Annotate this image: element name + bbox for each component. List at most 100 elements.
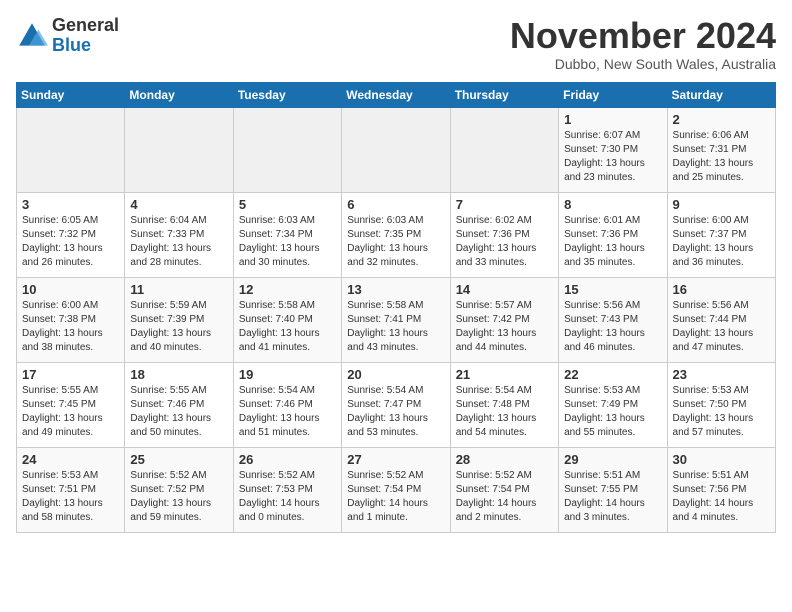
header-sunday: Sunday [17,82,125,107]
calendar-cell: 16 Sunrise: 5:56 AM Sunset: 7:44 PM Dayli… [667,277,775,362]
cell-info: Sunrise: 5:53 AM Sunset: 7:50 PM Dayligh… [673,384,770,440]
header-row: SundayMondayTuesdayWednesdayThursdayFrid… [17,82,776,107]
day-number: 19 [239,367,336,382]
calendar-cell: 1 Sunrise: 6:07 AM Sunset: 7:30 PM Daylig… [559,107,667,192]
header-wednesday: Wednesday [342,82,450,107]
calendar-table: SundayMondayTuesdayWednesdayThursdayFrid… [16,82,776,533]
cell-info: Sunrise: 5:54 AM Sunset: 7:46 PM Dayligh… [239,384,336,440]
cell-info: Sunrise: 5:51 AM Sunset: 7:56 PM Dayligh… [673,469,770,525]
cell-info: Sunrise: 5:58 AM Sunset: 7:41 PM Dayligh… [347,299,444,355]
day-number: 29 [564,452,661,467]
cell-info: Sunrise: 5:56 AM Sunset: 7:43 PM Dayligh… [564,299,661,355]
logo-general-text: General [52,16,119,36]
calendar-cell: 14Sunrise: 5:57 AM Sunset: 7:42 PM Dayli… [450,277,558,362]
logo: General Blue [16,16,119,56]
cell-info: Sunrise: 6:02 AM Sunset: 7:36 PM Dayligh… [456,214,553,270]
location-subtitle: Dubbo, New South Wales, Australia [510,56,776,72]
cell-info: Sunrise: 5:55 AM Sunset: 7:46 PM Dayligh… [130,384,227,440]
calendar-cell: 9 Sunrise: 6:00 AM Sunset: 7:37 PM Daylig… [667,192,775,277]
cell-info: Sunrise: 5:59 AM Sunset: 7:39 PM Dayligh… [130,299,227,355]
week-row-4: 17 Sunrise: 5:55 AM Sunset: 7:45 PM Dayli… [17,362,776,447]
day-number: 14 [456,282,553,297]
calendar-cell: 20Sunrise: 5:54 AM Sunset: 7:47 PM Dayli… [342,362,450,447]
cell-info: Sunrise: 5:53 AM Sunset: 7:49 PM Dayligh… [564,384,661,440]
week-row-1: 1 Sunrise: 6:07 AM Sunset: 7:30 PM Daylig… [17,107,776,192]
week-row-3: 10 Sunrise: 6:00 AM Sunset: 7:38 PM Dayli… [17,277,776,362]
week-row-2: 3 Sunrise: 6:05 AM Sunset: 7:32 PM Daylig… [17,192,776,277]
calendar-cell [233,107,341,192]
cell-info: Sunrise: 6:03 AM Sunset: 7:35 PM Dayligh… [347,214,444,270]
day-number: 1 [564,112,661,127]
calendar-cell: 21 Sunrise: 5:54 AM Sunset: 7:48 PM Dayli… [450,362,558,447]
cell-info: Sunrise: 6:06 AM Sunset: 7:31 PM Dayligh… [673,129,770,185]
header-friday: Friday [559,82,667,107]
day-number: 10 [22,282,119,297]
calendar-cell: 23 Sunrise: 5:53 AM Sunset: 7:50 PM Dayli… [667,362,775,447]
calendar-cell: 8Sunrise: 6:01 AM Sunset: 7:36 PM Daylig… [559,192,667,277]
calendar-cell: 25 Sunrise: 5:52 AM Sunset: 7:52 PM Dayli… [125,447,233,532]
day-number: 8 [564,197,661,212]
calendar-cell: 7 Sunrise: 6:02 AM Sunset: 7:36 PM Daylig… [450,192,558,277]
calendar-cell: 24Sunrise: 5:53 AM Sunset: 7:51 PM Dayli… [17,447,125,532]
day-number: 4 [130,197,227,212]
calendar-cell: 3 Sunrise: 6:05 AM Sunset: 7:32 PM Daylig… [17,192,125,277]
month-title: November 2024 [510,16,776,56]
page-header: General Blue November 2024 Dubbo, New So… [16,16,776,72]
week-row-5: 24Sunrise: 5:53 AM Sunset: 7:51 PM Dayli… [17,447,776,532]
day-number: 24 [22,452,119,467]
day-number: 3 [22,197,119,212]
cell-info: Sunrise: 6:00 AM Sunset: 7:37 PM Dayligh… [673,214,770,270]
calendar-cell: 12 Sunrise: 5:58 AM Sunset: 7:40 PM Dayli… [233,277,341,362]
day-number: 17 [22,367,119,382]
cell-info: Sunrise: 5:54 AM Sunset: 7:47 PM Dayligh… [347,384,444,440]
calendar-cell: 30 Sunrise: 5:51 AM Sunset: 7:56 PM Dayli… [667,447,775,532]
cell-info: Sunrise: 5:52 AM Sunset: 7:54 PM Dayligh… [456,469,553,525]
header-monday: Monday [125,82,233,107]
day-number: 16 [673,282,770,297]
cell-info: Sunrise: 5:56 AM Sunset: 7:44 PM Dayligh… [673,299,770,355]
calendar-cell: 15 Sunrise: 5:56 AM Sunset: 7:43 PM Dayli… [559,277,667,362]
cell-info: Sunrise: 5:51 AM Sunset: 7:55 PM Dayligh… [564,469,661,525]
title-block: November 2024 Dubbo, New South Wales, Au… [510,16,776,72]
day-number: 2 [673,112,770,127]
day-number: 30 [673,452,770,467]
day-number: 6 [347,197,444,212]
calendar-cell: 4Sunrise: 6:04 AM Sunset: 7:33 PM Daylig… [125,192,233,277]
calendar-cell: 27Sunrise: 5:52 AM Sunset: 7:54 PM Dayli… [342,447,450,532]
day-number: 7 [456,197,553,212]
calendar-cell [125,107,233,192]
header-saturday: Saturday [667,82,775,107]
calendar-cell: 19 Sunrise: 5:54 AM Sunset: 7:46 PM Dayli… [233,362,341,447]
calendar-cell: 2 Sunrise: 6:06 AM Sunset: 7:31 PM Daylig… [667,107,775,192]
cell-info: Sunrise: 6:07 AM Sunset: 7:30 PM Dayligh… [564,129,661,185]
day-number: 25 [130,452,227,467]
calendar-cell: 10 Sunrise: 6:00 AM Sunset: 7:38 PM Dayli… [17,277,125,362]
day-number: 11 [130,282,227,297]
day-number: 15 [564,282,661,297]
cell-info: Sunrise: 6:05 AM Sunset: 7:32 PM Dayligh… [22,214,119,270]
day-number: 21 [456,367,553,382]
cell-info: Sunrise: 5:52 AM Sunset: 7:52 PM Dayligh… [130,469,227,525]
calendar-cell: 13 Sunrise: 5:58 AM Sunset: 7:41 PM Dayli… [342,277,450,362]
calendar-cell: 26Sunrise: 5:52 AM Sunset: 7:53 PM Dayli… [233,447,341,532]
day-number: 23 [673,367,770,382]
day-number: 13 [347,282,444,297]
calendar-cell: 6 Sunrise: 6:03 AM Sunset: 7:35 PM Daylig… [342,192,450,277]
day-number: 27 [347,452,444,467]
header-tuesday: Tuesday [233,82,341,107]
day-number: 22 [564,367,661,382]
logo-icon [16,20,48,52]
header-thursday: Thursday [450,82,558,107]
day-number: 9 [673,197,770,212]
day-number: 28 [456,452,553,467]
cell-info: Sunrise: 5:54 AM Sunset: 7:48 PM Dayligh… [456,384,553,440]
calendar-cell [342,107,450,192]
calendar-cell: 11 Sunrise: 5:59 AM Sunset: 7:39 PM Dayli… [125,277,233,362]
cell-info: Sunrise: 5:58 AM Sunset: 7:40 PM Dayligh… [239,299,336,355]
cell-info: Sunrise: 6:03 AM Sunset: 7:34 PM Dayligh… [239,214,336,270]
cell-info: Sunrise: 6:00 AM Sunset: 7:38 PM Dayligh… [22,299,119,355]
calendar-cell: 18Sunrise: 5:55 AM Sunset: 7:46 PM Dayli… [125,362,233,447]
cell-info: Sunrise: 5:55 AM Sunset: 7:45 PM Dayligh… [22,384,119,440]
logo-blue-text: Blue [52,36,119,56]
day-number: 12 [239,282,336,297]
